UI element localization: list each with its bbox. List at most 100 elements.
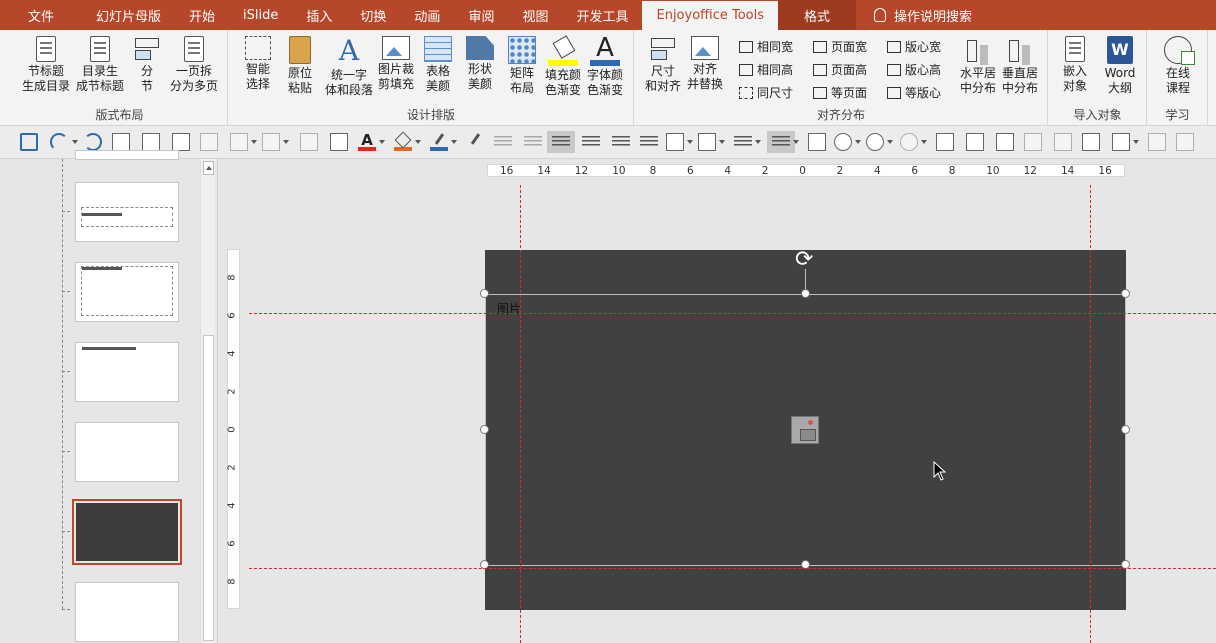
guide-line-right[interactable] <box>1090 185 1091 643</box>
page-height-button[interactable]: 页面高 <box>813 61 867 78</box>
section-icon[interactable] <box>262 133 280 151</box>
columns-icon[interactable] <box>698 133 716 151</box>
save-icon[interactable] <box>20 133 38 151</box>
rotate-handle-icon[interactable] <box>795 249 817 271</box>
line-spacing-dropdown-icon[interactable] <box>755 140 761 144</box>
size-align-button[interactable]: 尺寸 和对齐 <box>643 36 683 94</box>
bullets-dropdown-icon[interactable] <box>793 140 799 144</box>
brush-icon[interactable] <box>330 133 348 151</box>
tab-home[interactable]: 开始 <box>175 0 229 30</box>
same-height-button[interactable]: 相同高 <box>739 61 793 78</box>
tab-animations[interactable]: 动画 <box>400 0 454 30</box>
undo-dropdown-icon[interactable] <box>72 140 78 144</box>
fill-gradient-button[interactable]: 填充颜 色渐变 <box>543 36 583 98</box>
line-spacing-icon[interactable] <box>734 136 752 148</box>
online-picture-icon[interactable] <box>996 133 1014 151</box>
resize-handle-left[interactable] <box>480 425 489 434</box>
align-right-text-icon[interactable] <box>612 136 630 148</box>
slide-thumbnail[interactable] <box>75 150 179 160</box>
same-page-button[interactable]: 等页面 <box>813 84 867 101</box>
core-height-button[interactable]: 版心高 <box>887 61 941 78</box>
slide-thumbnail-active[interactable] <box>72 499 182 565</box>
insert-icon[interactable] <box>200 133 218 151</box>
smart-select-button[interactable]: 智能 选择 <box>241 36 275 92</box>
screenshot-icon[interactable] <box>936 133 954 151</box>
same-width-button[interactable]: 相同宽 <box>739 38 793 55</box>
scroll-up-icon[interactable] <box>203 161 214 175</box>
word-outline-button[interactable]: W Word 大纲 <box>1099 36 1141 96</box>
text-direction-dropdown-icon[interactable] <box>687 140 693 144</box>
core-width-button[interactable]: 版心宽 <box>887 38 941 55</box>
slide-thumbnail[interactable] <box>75 422 179 482</box>
tab-islide[interactable]: iSlide <box>229 0 292 30</box>
arrange-icon[interactable] <box>866 133 884 151</box>
crop-icon[interactable] <box>1082 133 1100 151</box>
shape-beautify-button[interactable]: 形状 美颜 <box>463 36 497 92</box>
tab-insert[interactable]: 插入 <box>292 0 346 30</box>
font-color-a-icon[interactable]: A <box>358 133 376 151</box>
slide-thumbnail[interactable] <box>75 342 179 402</box>
tab-developer[interactable]: 开发工具 <box>562 0 642 30</box>
text-box-icon[interactable] <box>808 133 826 151</box>
slide-thumbnail[interactable] <box>75 262 179 322</box>
eyedropper-icon[interactable] <box>466 133 484 151</box>
compress-picture-icon[interactable] <box>1054 133 1072 151</box>
same-core-button[interactable]: 等版心 <box>887 84 941 101</box>
merge-shapes-dropdown-icon[interactable] <box>921 140 927 144</box>
justify-text-icon[interactable] <box>640 136 658 148</box>
merge-shapes-icon[interactable] <box>900 133 918 151</box>
align-objects-dropdown-icon[interactable] <box>1133 140 1139 144</box>
resize-handle-top[interactable] <box>801 289 810 298</box>
layout-dropdown-icon[interactable] <box>251 140 257 144</box>
matrix-layout-button[interactable]: 矩阵 布局 <box>505 36 539 96</box>
tab-slide-master[interactable]: 幻灯片母版 <box>82 0 175 30</box>
guide-line-left[interactable] <box>520 185 521 643</box>
shapes-dropdown-icon[interactable] <box>855 140 861 144</box>
guide-line-bottom[interactable] <box>249 568 1216 569</box>
online-course-button[interactable]: 在线 课程 <box>1156 36 1200 96</box>
outline-dropdown-icon[interactable] <box>451 140 457 144</box>
undo-icon[interactable] <box>50 133 68 151</box>
fill-dropdown-icon[interactable] <box>415 140 421 144</box>
redo-icon[interactable] <box>84 133 102 151</box>
slide-thumbnail[interactable] <box>75 582 179 642</box>
shapes-icon[interactable] <box>834 133 852 151</box>
picture-icon[interactable] <box>966 133 984 151</box>
bullets-icon[interactable] <box>767 131 795 153</box>
resize-handle-top-left[interactable] <box>480 289 489 298</box>
paste-icon[interactable] <box>172 133 190 151</box>
same-size-button[interactable]: 同尺寸 <box>739 84 793 101</box>
insert-picture-icon[interactable] <box>791 416 819 444</box>
toc-to-section-button[interactable]: 目录生 成节标题 <box>74 36 126 94</box>
embed-object-button[interactable]: 嵌入 对象 <box>1055 36 1095 94</box>
unify-font-button[interactable]: A 统一字 体和段落 <box>323 36 375 98</box>
thumbnail-scrollbar[interactable] <box>200 159 215 643</box>
tab-review[interactable]: 审阅 <box>454 0 508 30</box>
font-gradient-button[interactable]: A 字体颜 色渐变 <box>585 35 625 98</box>
copy-icon[interactable] <box>142 133 160 151</box>
columns-dropdown-icon[interactable] <box>719 140 725 144</box>
page-width-button[interactable]: 页面宽 <box>813 38 867 55</box>
crop-fill-button[interactable]: 图片裁 剪填充 <box>375 36 417 92</box>
slide-thumbnail[interactable] <box>75 182 179 242</box>
section-title-toc-button[interactable]: 节标题 生成目录 <box>20 36 72 94</box>
scrollbar-thumb[interactable] <box>203 335 214 641</box>
decrease-indent-icon[interactable] <box>494 136 512 148</box>
table-beautify-button[interactable]: 表格 美颜 <box>421 36 455 94</box>
paste-in-place-button[interactable]: 原位 粘贴 <box>283 36 317 96</box>
picture-format-icon[interactable] <box>1024 133 1042 151</box>
font-color-dropdown-icon[interactable] <box>379 140 385 144</box>
format-painter-icon[interactable] <box>112 133 130 151</box>
tab-format[interactable]: 格式 <box>778 0 857 30</box>
outline-pen-icon[interactable] <box>430 133 448 151</box>
section-dropdown-icon[interactable] <box>283 140 289 144</box>
reset-icon[interactable] <box>300 133 318 151</box>
resize-handle-top-right[interactable] <box>1121 289 1130 298</box>
split-section-button[interactable]: 分 节 <box>132 36 162 94</box>
group-objects-icon[interactable] <box>1148 133 1166 151</box>
horizontal-distribute-button[interactable]: 水平居 中分布 <box>957 36 999 96</box>
resize-handle-right[interactable] <box>1121 425 1130 434</box>
align-left-text-icon[interactable] <box>547 131 575 153</box>
fill-bucket-icon[interactable] <box>394 133 412 151</box>
arrange-dropdown-icon[interactable] <box>887 140 893 144</box>
